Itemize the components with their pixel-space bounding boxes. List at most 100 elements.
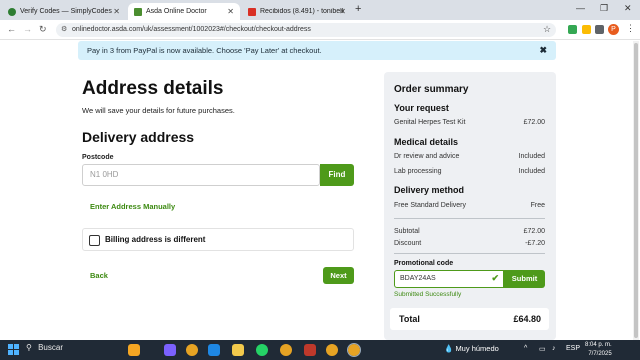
next-button[interactable]: Next (323, 267, 354, 284)
submit-promo-button[interactable]: Submit (504, 270, 545, 288)
site-info-icon[interactable]: ⚙ (61, 23, 67, 37)
language-indicator[interactable]: ESP (566, 345, 580, 352)
delivery-value: Free (530, 202, 545, 209)
close-banner-icon[interactable]: ✖ (539, 41, 547, 60)
network-icon[interactable]: ▭ (539, 345, 546, 353)
taskbar-search[interactable]: ⚲ Buscar (26, 343, 63, 352)
back-arrow-icon[interactable]: ← (7, 24, 16, 34)
postcode-label: Postcode (82, 154, 114, 161)
windows-start-icon[interactable] (8, 344, 19, 355)
billing-checkbox[interactable] (89, 235, 100, 246)
extension-icon[interactable] (582, 25, 591, 34)
bookmark-star-icon[interactable]: ☆ (543, 24, 551, 35)
order-summary-title: Order summary (394, 84, 469, 95)
url-field[interactable]: ⚙ onlinedoctor.asda.com/uk/assessment/10… (56, 23, 556, 37)
url-text: onlinedoctor.asda.com/uk/assessment/1002… (72, 26, 311, 33)
enter-address-manually-link[interactable]: Enter Address Manually (90, 202, 175, 211)
profile-avatar[interactable]: P (608, 24, 619, 35)
tab-title: Asda Online Doctor (146, 8, 207, 15)
lab-value: Included (518, 168, 545, 175)
chrome-icon[interactable] (186, 344, 198, 356)
summary-divider (394, 218, 545, 219)
total-value: £64.80 (513, 314, 541, 324)
clock-time: 8:04 p. m. (585, 342, 612, 348)
page-subtitle: We will save your details for future pur… (82, 106, 235, 115)
discount-row: Discount -£7.20 (394, 240, 545, 247)
volume-icon[interactable]: ♪ (552, 345, 556, 352)
product-row: Genital Herpes Test Kit £72.00 (394, 119, 545, 126)
chrome-icon[interactable] (326, 344, 338, 356)
product-name: Genital Herpes Test Kit (394, 119, 466, 126)
widgets-icon[interactable] (128, 344, 140, 356)
close-tab-icon[interactable]: ✕ (227, 7, 234, 16)
promo-code-value: BDAY24AS (400, 275, 436, 282)
promo-status-text: Submitted Successfully (394, 291, 462, 298)
taskbar-search-label: Buscar (38, 343, 63, 352)
your-request-heading: Your request (394, 103, 449, 113)
tab-asda-online-doctor[interactable]: Asda Online Doctor ✕ (128, 3, 240, 20)
scrollbar-thumb[interactable] (634, 43, 638, 338)
billing-label: Billing address is different (105, 235, 206, 244)
total-row: Total £64.80 (390, 308, 549, 330)
delivery-label: Free Standard Delivery (394, 202, 466, 209)
close-tab-icon[interactable]: ✕ (339, 7, 346, 16)
discount-label: Discount (394, 240, 422, 247)
file-explorer-icon[interactable] (232, 344, 244, 356)
page-title: Address details (82, 78, 224, 99)
medical-details-heading: Medical details (394, 137, 459, 147)
new-tab-icon[interactable]: + (355, 3, 361, 15)
search-icon: ⚲ (26, 343, 32, 352)
weather-text: Muy húmedo (455, 344, 499, 353)
tab-gmail[interactable]: Recibidos (8.491) - tonibelling@ ✕ (242, 3, 352, 20)
subtotal-row: Subtotal £72.00 (394, 228, 545, 235)
delivery-method-heading: Delivery method (394, 185, 465, 195)
weather-widget[interactable]: 💧 Muy húmedo (444, 344, 499, 353)
gmail-favicon-icon (248, 7, 256, 16)
maximize-icon[interactable]: ❐ (600, 3, 608, 14)
tab-title: Recibidos (8.491) - tonibelling@ (260, 8, 344, 15)
browser-menu-icon[interactable]: ⋮ (626, 23, 635, 34)
minimize-icon[interactable]: — (576, 3, 585, 13)
humidity-icon: 💧 (444, 344, 454, 353)
close-window-icon[interactable]: ✕ (624, 3, 632, 14)
asda-favicon-icon (134, 7, 142, 16)
app-icon[interactable] (304, 344, 316, 356)
delivery-row: Free Standard Delivery Free (394, 202, 545, 209)
tray-chevron-icon[interactable]: ^ (524, 345, 527, 352)
whatsapp-icon[interactable] (256, 344, 268, 356)
summary-divider (394, 253, 545, 254)
chrome-icon[interactable] (347, 343, 361, 357)
paypal-banner: Pay in 3 from PayPal is now available. C… (78, 41, 556, 60)
discount-value: -£7.20 (525, 240, 545, 247)
windows-taskbar: ⚲ Buscar 💧 Muy húmedo ^ ▭ ♪ ESP 8:04 p. … (0, 340, 640, 360)
total-label: Total (399, 314, 420, 324)
subtotal-label: Subtotal (394, 228, 420, 235)
clock-date: 7/7/2025 (588, 351, 612, 357)
billing-address-option[interactable]: Billing address is different (82, 228, 354, 251)
tab-verify-codes[interactable]: Verify Codes — SimplyCodes ✕ (2, 3, 126, 20)
simplycodes-favicon-icon (8, 7, 16, 16)
forward-arrow-icon[interactable]: → (23, 24, 32, 34)
edge-icon[interactable] (208, 344, 220, 356)
lab-label: Lab processing (394, 168, 442, 175)
reload-icon[interactable]: ↻ (39, 24, 47, 35)
extensions-puzzle-icon[interactable] (595, 25, 604, 34)
copilot-icon[interactable] (164, 344, 176, 356)
review-value: Included (518, 153, 545, 160)
find-button[interactable]: Find (320, 164, 354, 186)
order-summary-panel: Order summary Your request Genital Herpe… (384, 72, 556, 340)
lab-row: Lab processing Included (394, 168, 545, 175)
product-price: £72.00 (523, 119, 545, 126)
system-clock[interactable]: 8:04 p. m. 7/7/2025 (585, 341, 612, 359)
close-tab-icon[interactable]: ✕ (113, 7, 120, 16)
postcode-input[interactable]: N1 0HD (82, 164, 320, 186)
promo-code-input[interactable]: BDAY24AS ✔ (394, 270, 504, 288)
chrome-icon[interactable] (280, 344, 292, 356)
page-scrollbar[interactable] (633, 41, 639, 340)
back-link[interactable]: Back (90, 271, 108, 280)
subtotal-value: £72.00 (523, 228, 545, 235)
extension-icon[interactable] (568, 25, 577, 34)
delivery-address-heading: Delivery address (82, 129, 195, 145)
review-label: Dr review and advice (394, 153, 460, 160)
address-bar-row: ← → ↻ ⚙ onlinedoctor.asda.com/uk/assessm… (0, 20, 640, 40)
